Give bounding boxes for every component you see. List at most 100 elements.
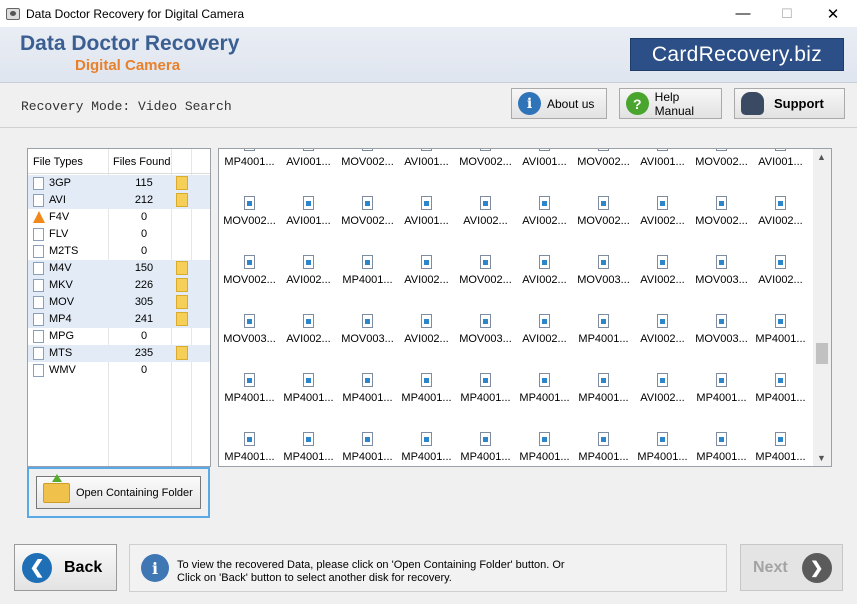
file-grid-item[interactable]: MP4001... [220, 149, 279, 181]
files-found-count: 0 [140, 228, 148, 240]
file-grid-item[interactable]: MP4001... [751, 373, 810, 417]
file-grid-item[interactable]: MP4001... [220, 373, 279, 417]
file-grid-item[interactable]: MP4001... [338, 255, 397, 299]
file-grid-item[interactable]: MOV003... [692, 314, 751, 358]
file-grid-item[interactable]: MOV003... [220, 314, 279, 358]
file-grid-item[interactable]: MP4001... [633, 432, 692, 466]
folder-icon[interactable] [176, 278, 188, 292]
video-file-icon [657, 432, 668, 446]
file-grid-item[interactable]: AVI001... [633, 149, 692, 181]
file-grid-item[interactable]: MOV003... [456, 314, 515, 358]
file-grid-item[interactable]: AVI002... [751, 196, 810, 240]
minimize-button[interactable]: — [720, 0, 766, 27]
grid-scrollbar[interactable]: ▲ ▼ [813, 149, 831, 466]
file-grid-item[interactable]: MOV002... [692, 196, 751, 240]
table-row[interactable]: F4V 0 [28, 209, 210, 226]
next-button[interactable]: Next ❯ [740, 544, 843, 591]
file-grid-item[interactable]: MOV002... [338, 149, 397, 181]
file-grid-item[interactable]: MOV003... [574, 255, 633, 299]
about-us-button[interactable]: i About us [511, 88, 607, 119]
folder-icon[interactable] [176, 193, 188, 207]
file-grid-item[interactable]: AVI001... [279, 149, 338, 181]
open-containing-folder-button[interactable]: Open Containing Folder [36, 473, 201, 509]
file-grid-item[interactable]: MP4001... [692, 373, 751, 417]
app-header: Data Doctor Recovery Digital Camera Card… [0, 27, 857, 83]
file-grid-item[interactable]: MP4001... [751, 314, 810, 358]
file-grid-item[interactable]: AVI002... [515, 255, 574, 299]
file-grid-item[interactable]: MOV003... [692, 255, 751, 299]
table-row[interactable]: 3GP 115 [28, 175, 210, 192]
table-row[interactable]: MPG 0 [28, 328, 210, 345]
file-grid-item[interactable]: AVI002... [456, 196, 515, 240]
file-grid-item[interactable]: MOV002... [220, 196, 279, 240]
file-grid-item[interactable]: AVI002... [397, 255, 456, 299]
table-row[interactable]: WMV 0 [28, 362, 210, 379]
file-grid-item[interactable]: MP4001... [397, 373, 456, 417]
file-grid-item[interactable]: AVI002... [633, 255, 692, 299]
table-row[interactable]: M2TS 0 [28, 243, 210, 260]
file-grid-item[interactable]: MP4001... [515, 432, 574, 466]
folder-icon[interactable] [176, 346, 188, 360]
scroll-thumb[interactable] [816, 343, 828, 364]
file-grid-item[interactable]: AVI001... [397, 149, 456, 181]
file-grid-item[interactable]: MP4001... [338, 432, 397, 466]
file-grid-item[interactable]: AVI001... [279, 196, 338, 240]
file-grid-item[interactable]: AVI002... [279, 255, 338, 299]
file-grid-item[interactable]: MOV002... [574, 149, 633, 181]
file-grid-item[interactable]: MP4001... [397, 432, 456, 466]
file-grid-item[interactable]: MP4001... [692, 432, 751, 466]
file-grid-item[interactable]: MP4001... [279, 373, 338, 417]
file-grid-item[interactable]: MP4001... [456, 373, 515, 417]
table-row[interactable]: AVI 212 [28, 192, 210, 209]
folder-icon[interactable] [176, 312, 188, 326]
file-grid-item[interactable]: MOV002... [692, 149, 751, 181]
file-grid-item[interactable]: MP4001... [574, 373, 633, 417]
help-manual-button[interactable]: ? Help Manual [619, 88, 722, 119]
file-grid-item[interactable]: MOV002... [338, 196, 397, 240]
maximize-button[interactable]: ☐ [764, 0, 810, 27]
file-grid-item[interactable]: MOV002... [456, 255, 515, 299]
table-row[interactable]: MOV 305 [28, 294, 210, 311]
video-file-icon [303, 196, 314, 210]
file-grid-item[interactable]: AVI001... [397, 196, 456, 240]
table-row[interactable]: MP4 241 [28, 311, 210, 328]
table-row[interactable]: MKV 226 [28, 277, 210, 294]
file-grid-item[interactable]: AVI002... [633, 373, 692, 417]
file-grid-item[interactable]: MOV002... [456, 149, 515, 181]
file-grid-item[interactable]: MP4001... [338, 373, 397, 417]
video-file-icon [303, 373, 314, 387]
file-grid-item[interactable]: AVI002... [633, 314, 692, 358]
file-grid-item[interactable]: AVI002... [633, 196, 692, 240]
file-grid-item[interactable]: MP4001... [515, 373, 574, 417]
folder-icon[interactable] [176, 295, 188, 309]
file-grid-item[interactable]: MOV002... [574, 196, 633, 240]
table-row[interactable]: M4V 150 [28, 260, 210, 277]
file-grid-item[interactable]: MP4001... [220, 432, 279, 466]
file-grid-item[interactable]: MP4001... [279, 432, 338, 466]
back-button[interactable]: ❮ Back [14, 544, 117, 591]
video-file-icon [716, 255, 727, 269]
file-grid-item[interactable]: AVI002... [279, 314, 338, 358]
file-grid-item[interactable]: AVI002... [515, 314, 574, 358]
close-button[interactable]: ✕ [810, 0, 856, 27]
file-grid-item[interactable]: MP4001... [574, 314, 633, 358]
video-file-icon [244, 149, 255, 151]
file-grid-item[interactable]: MP4001... [751, 432, 810, 466]
scroll-down-icon[interactable]: ▼ [817, 453, 826, 463]
file-grid-item[interactable]: AVI002... [515, 196, 574, 240]
folder-icon[interactable] [176, 176, 188, 190]
folder-icon[interactable] [176, 261, 188, 275]
file-grid-item[interactable]: MOV002... [220, 255, 279, 299]
table-row[interactable]: FLV 0 [28, 226, 210, 243]
file-grid-item[interactable]: MP4001... [574, 432, 633, 466]
file-grid-label: AVI002... [522, 215, 567, 227]
file-grid-item[interactable]: MP4001... [456, 432, 515, 466]
file-grid-item[interactable]: MOV003... [338, 314, 397, 358]
support-button[interactable]: Support [734, 88, 845, 119]
file-grid-item[interactable]: AVI002... [751, 255, 810, 299]
file-grid-item[interactable]: AVI001... [751, 149, 810, 181]
scroll-up-icon[interactable]: ▲ [817, 152, 826, 162]
file-grid-item[interactable]: AVI002... [397, 314, 456, 358]
file-grid-item[interactable]: AVI001... [515, 149, 574, 181]
table-row[interactable]: MTS 235 [28, 345, 210, 362]
